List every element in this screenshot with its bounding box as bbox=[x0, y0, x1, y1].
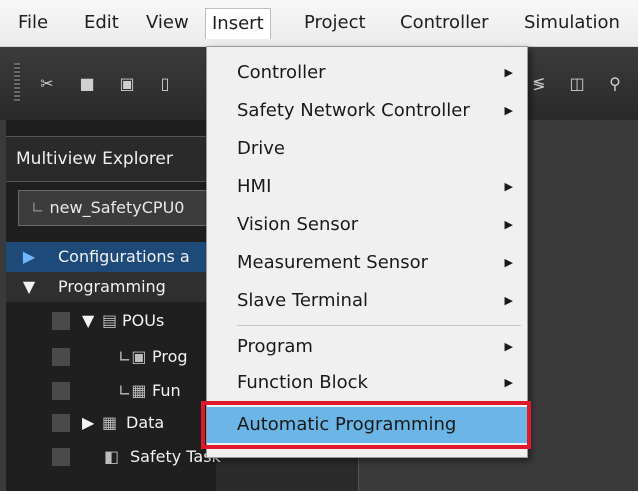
menu-simulation[interactable]: Simulation bbox=[518, 10, 626, 36]
menu-edit[interactable]: Edit bbox=[78, 10, 125, 36]
submenu-arrow-icon: ▶ bbox=[504, 218, 513, 231]
menu-item-hmi[interactable]: HMI ▶ bbox=[207, 169, 527, 205]
menu-bar: File Edit View Insert Project Controller… bbox=[0, 0, 638, 47]
submenu-arrow-icon: ▶ bbox=[504, 376, 513, 389]
device-name: new_SafetyCPU0 bbox=[49, 198, 185, 217]
paste-icon[interactable]: ▣ bbox=[118, 75, 136, 93]
menu-view[interactable]: View bbox=[140, 10, 195, 36]
menu-controller[interactable]: Controller bbox=[394, 10, 495, 36]
safety-task-icon: ◧ bbox=[104, 447, 120, 466]
tree-item-label: POUs bbox=[122, 311, 165, 330]
cut-icon[interactable]: ✂ bbox=[38, 75, 56, 93]
data-table-icon: ▦ bbox=[102, 413, 118, 432]
menu-file[interactable]: File bbox=[12, 10, 54, 36]
program-icon: ∟▣ bbox=[118, 347, 147, 366]
function-icon: ∟▦ bbox=[118, 381, 147, 400]
menu-project[interactable]: Project bbox=[298, 10, 372, 36]
menu-separator bbox=[237, 325, 521, 326]
tree-item-label: Prog bbox=[152, 347, 188, 366]
device-prefix-icon: ∟ bbox=[31, 198, 50, 217]
expand-arrow-icon[interactable]: ▶ bbox=[82, 408, 94, 438]
menu-item-program[interactable]: Program ▶ bbox=[207, 329, 527, 365]
tree-checkbox bbox=[52, 348, 70, 366]
tree-item-label: Fun bbox=[152, 381, 181, 400]
toolbar-tool-icon[interactable]: ≶ bbox=[530, 75, 548, 93]
tree-checkbox bbox=[52, 414, 70, 432]
delete-icon[interactable]: ▯ bbox=[156, 75, 174, 93]
submenu-arrow-icon: ▶ bbox=[504, 180, 513, 193]
search-icon[interactable]: ⚲ bbox=[606, 75, 624, 93]
submenu-arrow-icon: ▶ bbox=[504, 104, 513, 117]
device-selector[interactable]: ∟ new_SafetyCPU0 bbox=[18, 190, 212, 226]
annotation-highlight-box bbox=[201, 401, 531, 449]
submenu-arrow-icon: ▶ bbox=[504, 66, 513, 79]
expand-arrow-icon[interactable]: ▶ bbox=[20, 242, 38, 272]
tree-item-label: Data bbox=[126, 413, 165, 432]
pou-folder-icon: ▤ bbox=[102, 311, 118, 330]
copy-icon[interactable]: ■ bbox=[78, 75, 96, 93]
tree-item-label: Configurations a bbox=[58, 247, 190, 266]
menu-item-measurement-sensor[interactable]: Measurement Sensor ▶ bbox=[207, 245, 527, 281]
menu-item-function-block[interactable]: Function Block ▶ bbox=[207, 365, 527, 401]
menu-item-controller[interactable]: Controller ▶ bbox=[207, 55, 527, 91]
menu-item-slave-terminal[interactable]: Slave Terminal ▶ bbox=[207, 283, 527, 319]
tree-checkbox bbox=[52, 312, 70, 330]
tree-checkbox bbox=[52, 448, 70, 466]
submenu-arrow-icon: ▶ bbox=[504, 256, 513, 269]
tree-checkbox bbox=[52, 382, 70, 400]
menu-insert[interactable]: Insert bbox=[205, 8, 271, 39]
submenu-arrow-icon: ▶ bbox=[504, 294, 513, 307]
explorer-title: Multiview Explorer bbox=[6, 136, 212, 182]
menu-item-vision-sensor[interactable]: Vision Sensor ▶ bbox=[207, 207, 527, 243]
menu-item-safety-network-controller[interactable]: Safety Network Controller ▶ bbox=[207, 93, 527, 129]
tree-item-label: Programming bbox=[58, 277, 166, 296]
submenu-arrow-icon: ▶ bbox=[504, 340, 513, 353]
menu-item-drive[interactable]: Drive bbox=[207, 131, 527, 167]
collapse-arrow-icon[interactable]: ▼ bbox=[20, 272, 38, 302]
collapse-arrow-icon[interactable]: ▼ bbox=[82, 306, 94, 336]
toolbar-grip[interactable] bbox=[14, 63, 20, 103]
insert-menu: Controller ▶ Safety Network Controller ▶… bbox=[201, 46, 531, 458]
watch-icon[interactable]: ◫ bbox=[568, 75, 586, 93]
